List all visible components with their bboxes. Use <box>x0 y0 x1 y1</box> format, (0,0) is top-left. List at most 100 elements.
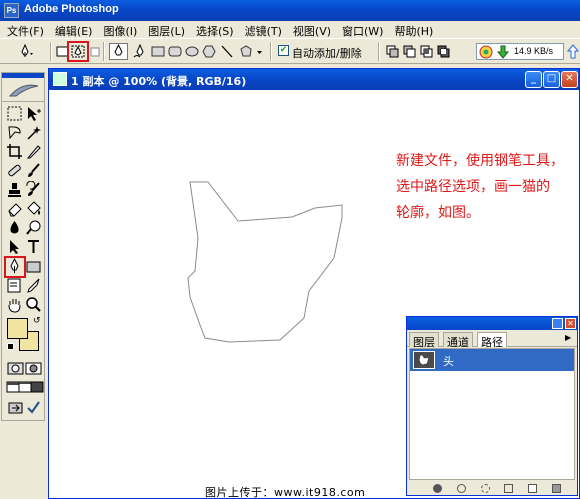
fill-pixels-icon[interactable] <box>90 43 100 60</box>
panel-minimize-button[interactable] <box>552 318 563 329</box>
stroke-path-icon[interactable] <box>457 484 466 493</box>
paths-panel-titlebar: ✕ <box>407 317 577 330</box>
panel-close-button[interactable]: ✕ <box>565 318 576 329</box>
shape-tool-icon[interactable] <box>25 258 42 275</box>
path-row[interactable]: 头 <box>410 349 574 371</box>
tools-panel: ↺ <box>1 72 45 421</box>
ellipse-icon[interactable] <box>185 43 199 60</box>
pen-tool-icon[interactable] <box>6 257 23 275</box>
fill-path-icon[interactable] <box>433 484 442 493</box>
photoshop-app-icon: Ps <box>4 3 19 18</box>
freeform-pen-icon[interactable] <box>132 43 148 60</box>
rounded-rectangle-icon[interactable] <box>168 43 182 60</box>
eraser-tool-icon[interactable] <box>6 200 23 217</box>
slice-tool-icon[interactable] <box>25 143 42 160</box>
make-work-path-icon[interactable] <box>504 484 513 493</box>
app-title-bar: Ps Adobe Photoshop <box>0 0 580 21</box>
tab-paths[interactable]: 路径 <box>477 332 507 349</box>
paths-panel: ✕ 图层 通道 路径 ▶ 头 <box>406 316 578 496</box>
options-bar: ✔ 自动添加/删除 14.9 KB/s <box>0 38 580 64</box>
move-tool-icon[interactable] <box>25 105 42 122</box>
maximize-button[interactable]: □ <box>543 71 560 88</box>
dodge-tool-icon[interactable] <box>25 219 42 236</box>
speed-meter-icon <box>479 45 493 59</box>
foreground-color-swatch[interactable] <box>7 318 28 339</box>
adobe-feather-logo[interactable] <box>2 78 44 102</box>
menu-filter[interactable]: 滤镜(T) <box>240 21 288 38</box>
custom-shape-icon[interactable] <box>238 43 264 60</box>
pen-tool-preset-icon[interactable] <box>16 43 34 60</box>
path-thumbnail <box>413 351 435 369</box>
hand-tool-icon[interactable] <box>6 296 23 313</box>
default-colors-icon[interactable] <box>7 343 14 350</box>
upload-credit: 图片上传于：www.it918.com <box>205 486 366 499</box>
pen-tool-icon[interactable] <box>109 43 128 60</box>
paths-mode-icon[interactable] <box>71 43 85 60</box>
annotation-line: 轮廓，如图。 <box>396 205 480 221</box>
document-title-bar: 1 副本 @ 100% (背景, RGB/16) _ □ ✕ <box>49 69 579 90</box>
menu-select[interactable]: 选择(S) <box>191 21 240 38</box>
load-as-selection-icon[interactable] <box>481 484 490 493</box>
zoom-tool-icon[interactable] <box>25 296 42 313</box>
new-path-icon[interactable] <box>528 484 537 493</box>
toolbar-separator <box>270 42 272 61</box>
path-operations-icon[interactable] <box>385 43 457 60</box>
paths-panel-footer <box>407 481 577 495</box>
network-speed-widget: 14.9 KB/s <box>476 43 564 60</box>
menu-help[interactable]: 帮助(H) <box>389 21 439 38</box>
annotation-line: 选中路径选项，画一猫的 <box>396 179 550 195</box>
standard-mode-icon[interactable] <box>7 360 24 377</box>
notes-tool-icon[interactable] <box>6 277 23 294</box>
eyedropper-icon[interactable] <box>25 277 42 294</box>
auto-add-delete-checkbox[interactable]: ✔ <box>278 45 289 56</box>
paths-list: 头 <box>409 348 575 480</box>
screen-mode-full-icon[interactable] <box>29 379 46 396</box>
path-name: 头 <box>443 355 454 368</box>
path-selection-icon[interactable] <box>6 238 23 255</box>
menu-view[interactable]: 视图(V) <box>288 21 337 38</box>
auto-add-delete-label: 自动添加/删除 <box>292 47 362 60</box>
toolbar-separator <box>50 42 52 61</box>
type-tool-icon[interactable] <box>25 238 42 255</box>
blur-tool-icon[interactable] <box>6 219 23 236</box>
document-title: 1 副本 @ 100% (背景, RGB/16) <box>71 75 247 88</box>
magic-wand-icon[interactable] <box>25 124 42 141</box>
upload-arrow-icon <box>567 44 579 59</box>
menu-file[interactable]: 文件(F) <box>2 21 50 38</box>
instruction-annotation: 新建文件，使用钢笔工具， 选中路径选项，画一猫的 轮廓，如图。 <box>396 148 571 226</box>
marquee-tool-icon[interactable] <box>6 105 23 122</box>
minimize-button[interactable]: _ <box>525 71 542 88</box>
menu-window[interactable]: 窗口(W) <box>337 21 389 38</box>
tab-layers[interactable]: 图层 <box>409 332 439 349</box>
cat-head-path <box>187 181 343 343</box>
toolbar-separator <box>378 42 380 61</box>
panel-tabs: 图层 通道 路径 ▶ <box>407 331 577 349</box>
trash-icon[interactable] <box>552 484 561 493</box>
download-arrow-icon <box>496 45 510 59</box>
jump-to-imageready-icon[interactable] <box>7 399 24 416</box>
toolbar-separator <box>103 42 105 61</box>
paint-bucket-icon[interactable] <box>25 200 42 217</box>
quick-mask-icon[interactable] <box>25 360 42 377</box>
healing-brush-icon[interactable] <box>6 162 23 179</box>
lasso-tool-icon[interactable] <box>6 124 23 141</box>
close-button[interactable]: ✕ <box>561 71 578 88</box>
swap-colors-icon[interactable]: ↺ <box>33 316 41 326</box>
crop-tool-icon[interactable] <box>6 143 23 160</box>
imageready-check-icon[interactable] <box>25 399 42 416</box>
menu-image[interactable]: 图像(I) <box>98 21 143 38</box>
app-title: Adobe Photoshop <box>24 3 119 15</box>
clone-stamp-icon[interactable] <box>6 181 23 198</box>
rectangle-shape-icon[interactable] <box>151 43 165 60</box>
menu-edit[interactable]: 编辑(E) <box>50 21 99 38</box>
brush-tool-icon[interactable] <box>25 162 42 179</box>
panel-menu-arrow-icon[interactable]: ▶ <box>565 333 571 342</box>
line-tool-icon[interactable] <box>220 43 234 60</box>
menu-layer[interactable]: 图层(L) <box>143 21 191 38</box>
polygon-icon[interactable] <box>202 43 216 60</box>
annotation-line: 新建文件，使用钢笔工具， <box>396 153 564 169</box>
speed-value: 14.9 KB/s <box>514 46 554 56</box>
history-brush-icon[interactable] <box>25 180 42 198</box>
document-icon <box>53 72 67 86</box>
tab-channels[interactable]: 通道 <box>443 332 473 349</box>
